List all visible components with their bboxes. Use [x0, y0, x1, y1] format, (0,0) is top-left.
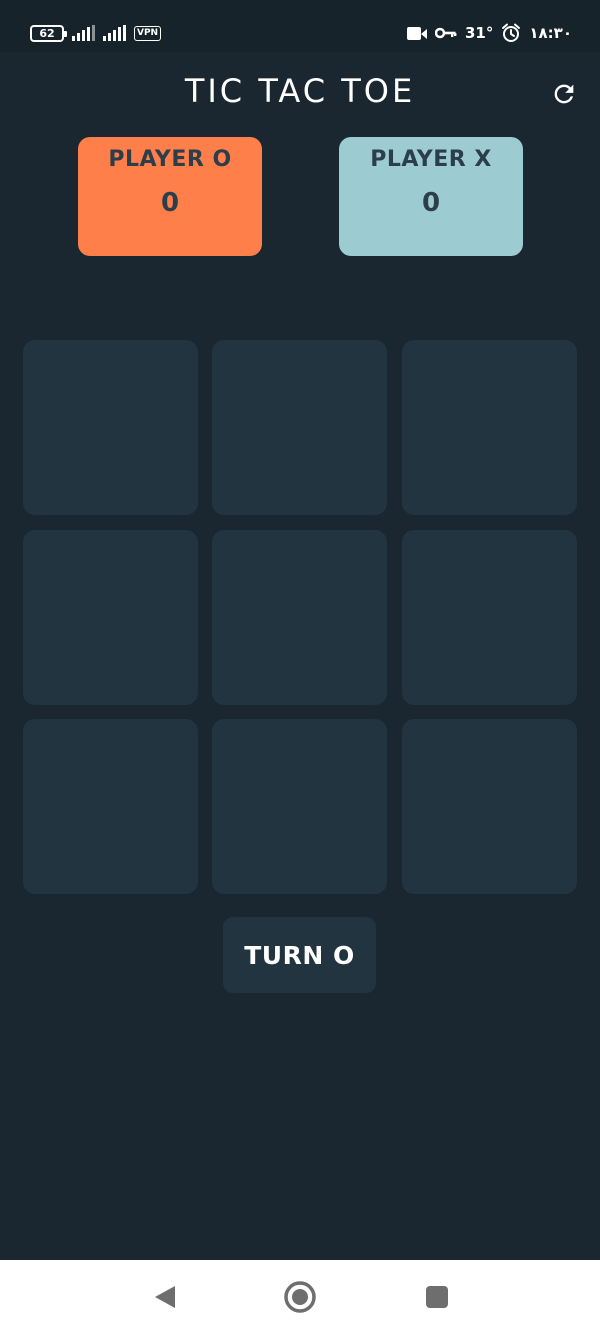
battery-level: 62	[39, 26, 55, 40]
status-right-group: 31° ۱۸:۳۰	[407, 22, 572, 44]
player-x-label: PLAYER X	[370, 147, 492, 172]
back-icon	[155, 1286, 175, 1308]
player-x-score-card: PLAYER X 0	[339, 137, 523, 256]
app-title: TIC TAC TOE	[184, 72, 416, 110]
back-button[interactable]	[148, 1280, 182, 1314]
clock-text: ۱۸:۳۰	[529, 24, 572, 42]
navigation-bar	[0, 1260, 600, 1333]
video-camera-icon	[407, 26, 427, 40]
vpn-label: VPN	[137, 27, 159, 38]
status-bar: 62 VPN 31° ۱۸:۳۰	[0, 0, 600, 52]
signal-icon	[72, 25, 95, 41]
alarm-clock-icon	[502, 23, 521, 42]
player-o-score: 0	[160, 188, 180, 218]
player-x-score: 0	[421, 188, 441, 218]
key-icon	[435, 27, 457, 39]
vpn-icon: VPN	[134, 25, 162, 41]
board-cell-7[interactable]	[23, 719, 198, 894]
temperature-text: 31°	[465, 24, 494, 42]
refresh-button[interactable]	[548, 78, 580, 110]
signal-icon	[103, 25, 126, 41]
turn-label: TURN O	[244, 940, 355, 970]
player-o-label: PLAYER O	[108, 147, 232, 172]
board-cell-4[interactable]	[23, 530, 198, 705]
turn-indicator: TURN O	[223, 917, 376, 993]
board-cell-3[interactable]	[402, 340, 577, 515]
home-button[interactable]	[282, 1280, 318, 1314]
battery-icon: 62	[30, 24, 67, 42]
board-cell-8[interactable]	[212, 719, 387, 894]
refresh-icon	[554, 84, 574, 104]
status-left-group: 62 VPN	[30, 22, 162, 44]
recents-icon	[426, 1286, 448, 1308]
recents-button[interactable]	[420, 1280, 454, 1314]
board-cell-6[interactable]	[402, 530, 577, 705]
board-cell-1[interactable]	[23, 340, 198, 515]
board-cell-9[interactable]	[402, 719, 577, 894]
board-cell-2[interactable]	[212, 340, 387, 515]
board-cell-5[interactable]	[212, 530, 387, 705]
player-o-score-card: PLAYER O 0	[78, 137, 262, 256]
home-icon	[284, 1281, 316, 1313]
